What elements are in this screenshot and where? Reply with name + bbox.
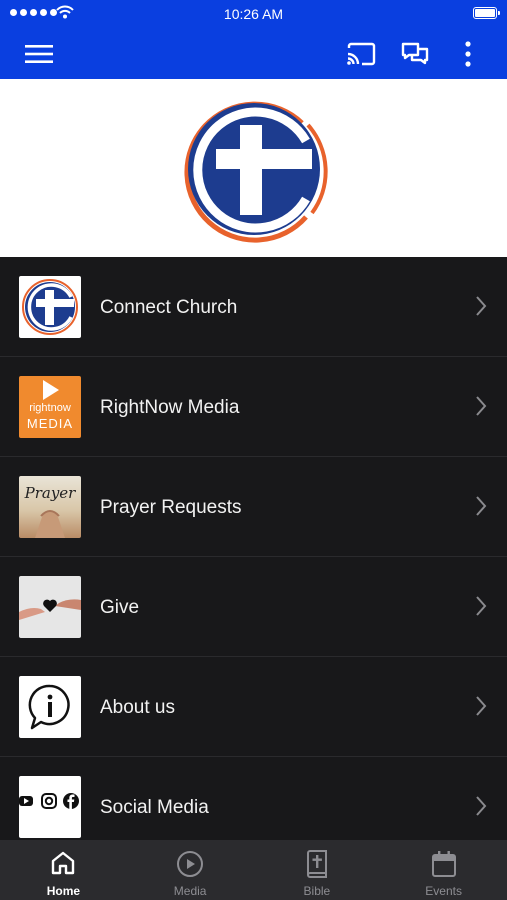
give-hands-heart-image — [19, 576, 81, 638]
chevron-right-icon — [476, 396, 487, 416]
church-banner — [0, 79, 507, 257]
chevron-right-icon — [476, 296, 487, 316]
home-icon — [52, 851, 75, 875]
calendar-icon — [431, 851, 456, 877]
list-item[interactable]: Prayer Prayer Requests — [0, 457, 507, 557]
tab-bible[interactable]: Bible — [254, 840, 381, 900]
church-logo — [184, 101, 328, 243]
list-item-label: Prayer Requests — [100, 497, 242, 518]
instagram-icon — [41, 793, 57, 809]
chevron-right-icon — [476, 796, 487, 816]
status-bar: 10:26 AM — [0, 0, 507, 28]
menu-icon[interactable] — [21, 36, 57, 72]
app-bar — [0, 28, 507, 79]
tab-home[interactable]: Home — [0, 840, 127, 900]
status-time: 10:26 AM — [223, 6, 284, 22]
battery-icon — [473, 7, 500, 19]
media-text: MEDIA — [26, 416, 74, 431]
tab-label: Media — [173, 884, 207, 898]
social-media-icons — [19, 776, 81, 838]
list-item-label: RightNow Media — [100, 397, 240, 418]
bottom-tab-bar: Home Media Bible Events — [0, 840, 507, 900]
menu-list: Connect Church rightnow MEDIA RightNow M… — [0, 257, 507, 857]
chat-icon[interactable] — [397, 36, 433, 72]
info-bubble-icon — [19, 676, 81, 738]
rightnow-text: rightnow — [29, 402, 71, 414]
tab-label: Home — [46, 884, 81, 898]
list-item-label: About us — [100, 697, 175, 718]
list-item-label: Connect Church — [100, 297, 238, 318]
more-vert-icon[interactable] — [450, 36, 486, 72]
list-item[interactable]: rightnow MEDIA RightNow Media — [0, 357, 507, 457]
chevron-right-icon — [476, 696, 487, 716]
prayer-image: Prayer — [19, 476, 81, 538]
chevron-right-icon — [476, 496, 487, 516]
rightnow-media-logo: rightnow MEDIA — [19, 376, 81, 438]
list-item[interactable]: About us — [0, 657, 507, 757]
list-item-label: Social Media — [100, 797, 209, 818]
list-item[interactable]: Connect Church — [0, 257, 507, 357]
tab-label: Events — [425, 884, 462, 898]
tab-label: Bible — [303, 884, 331, 898]
tab-events[interactable]: Events — [380, 840, 507, 900]
play-circle-icon — [177, 851, 204, 877]
cast-icon[interactable] — [343, 36, 379, 72]
list-item[interactable]: Give — [0, 557, 507, 657]
chevron-right-icon — [476, 596, 487, 616]
church-logo — [19, 276, 81, 338]
bible-icon — [306, 850, 327, 878]
list-item-label: Give — [100, 597, 140, 618]
tab-media[interactable]: Media — [127, 840, 254, 900]
